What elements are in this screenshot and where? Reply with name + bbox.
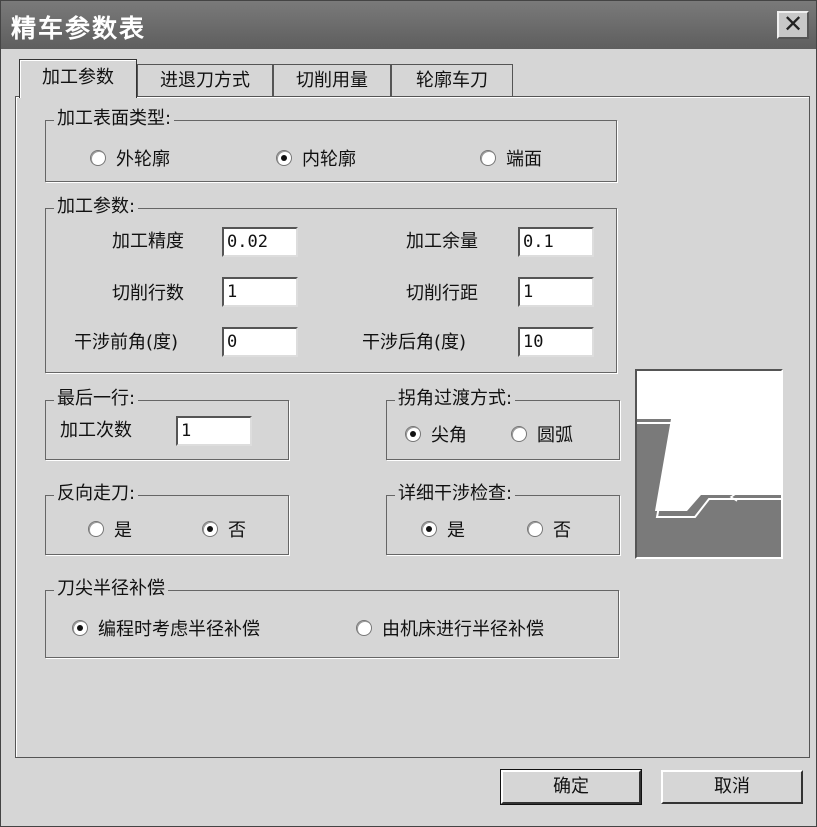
cancel-button[interactable]: 取消 bbox=[661, 770, 803, 804]
front-angle-label: 干涉前角(度) bbox=[74, 332, 179, 353]
compensation-legend: 刀尖半径补偿 bbox=[54, 578, 168, 600]
front-angle-input[interactable]: 0 bbox=[222, 327, 298, 357]
radio-dot bbox=[480, 150, 496, 166]
radio-program-compensation[interactable]: 编程时考虑半径补偿 bbox=[72, 615, 260, 641]
params-group: 加工参数: 加工精度 0.02 加工余量 0.1 切削行数 1 切削行距 1 干… bbox=[45, 196, 617, 373]
radio-sharp-corner[interactable]: 尖角 bbox=[405, 421, 467, 447]
spacing-input[interactable]: 1 bbox=[518, 277, 594, 307]
radio-dot-selected bbox=[276, 150, 292, 166]
radio-dot bbox=[511, 426, 527, 442]
inner-contour-diagram-icon bbox=[637, 414, 781, 557]
radio-dot bbox=[90, 150, 106, 166]
count-input[interactable]: 1 bbox=[176, 416, 252, 446]
radio-interference-no[interactable]: 否 bbox=[527, 516, 571, 542]
dialog-window: 精车参数表 ✕ 加工参数 进退刀方式 切削用量 轮廓车刀 加工表面类型: 外轮廓… bbox=[0, 0, 817, 827]
close-icon: ✕ bbox=[782, 10, 804, 38]
radio-dot-selected bbox=[421, 521, 437, 537]
back-angle-label: 干涉后角(度) bbox=[362, 332, 467, 353]
corner-legend: 拐角过渡方式: bbox=[395, 388, 516, 410]
reverse-legend: 反向走刀: bbox=[54, 483, 139, 505]
title-bar[interactable]: 精车参数表 ✕ bbox=[1, 1, 816, 49]
allowance-label: 加工余量 bbox=[406, 231, 478, 252]
radio-reverse-yes[interactable]: 是 bbox=[88, 516, 132, 542]
radio-inner-contour[interactable]: 内轮廓 bbox=[276, 145, 356, 171]
radio-dot bbox=[356, 620, 372, 636]
radio-dot bbox=[527, 521, 543, 537]
rows-label: 切削行数 bbox=[112, 283, 184, 304]
tab-contour-tool[interactable]: 轮廓车刀 bbox=[391, 64, 513, 96]
contour-preview-image bbox=[635, 369, 783, 559]
last-row-legend: 最后一行: bbox=[54, 388, 139, 410]
allowance-input[interactable]: 0.1 bbox=[518, 227, 594, 257]
ok-button[interactable]: 确定 bbox=[500, 769, 642, 805]
radio-arc-corner[interactable]: 圆弧 bbox=[511, 421, 573, 447]
surface-type-group: 加工表面类型: 外轮廓 内轮廓 端面 bbox=[45, 108, 617, 182]
radio-dot-selected bbox=[202, 521, 218, 537]
radio-dot-selected bbox=[72, 620, 88, 636]
radio-machine-compensation[interactable]: 由机床进行半径补偿 bbox=[356, 615, 544, 641]
interference-legend: 详细干涉检查: bbox=[395, 483, 516, 505]
precision-label: 加工精度 bbox=[112, 231, 184, 252]
radio-dot bbox=[88, 521, 104, 537]
corner-group: 拐角过渡方式: 尖角 圆弧 bbox=[386, 388, 620, 460]
compensation-group: 刀尖半径补偿 编程时考虑半径补偿 由机床进行半径补偿 bbox=[45, 578, 619, 658]
radio-interference-yes[interactable]: 是 bbox=[421, 516, 465, 542]
spacing-label: 切削行距 bbox=[406, 283, 478, 304]
last-row-group: 最后一行: 加工次数 1 bbox=[45, 388, 289, 460]
interference-group: 详细干涉检查: 是 否 bbox=[386, 483, 620, 555]
tab-approach-retract[interactable]: 进退刀方式 bbox=[137, 64, 273, 96]
close-button[interactable]: ✕ bbox=[777, 11, 809, 39]
params-legend: 加工参数: bbox=[54, 196, 139, 218]
count-label: 加工次数 bbox=[60, 420, 132, 441]
radio-reverse-no[interactable]: 否 bbox=[202, 516, 246, 542]
reverse-group: 反向走刀: 是 否 bbox=[45, 483, 289, 555]
radio-outer-contour[interactable]: 外轮廓 bbox=[90, 145, 170, 171]
tab-cutting-amount[interactable]: 切削用量 bbox=[273, 64, 391, 96]
precision-input[interactable]: 0.02 bbox=[222, 227, 298, 257]
back-angle-input[interactable]: 10 bbox=[518, 327, 594, 357]
dialog-title: 精车参数表 bbox=[11, 14, 147, 43]
surface-type-legend: 加工表面类型: bbox=[54, 108, 175, 130]
radio-dot-selected bbox=[405, 426, 421, 442]
radio-end-face[interactable]: 端面 bbox=[480, 145, 542, 171]
tab-machining-params[interactable]: 加工参数 bbox=[19, 59, 137, 98]
rows-input[interactable]: 1 bbox=[222, 277, 298, 307]
